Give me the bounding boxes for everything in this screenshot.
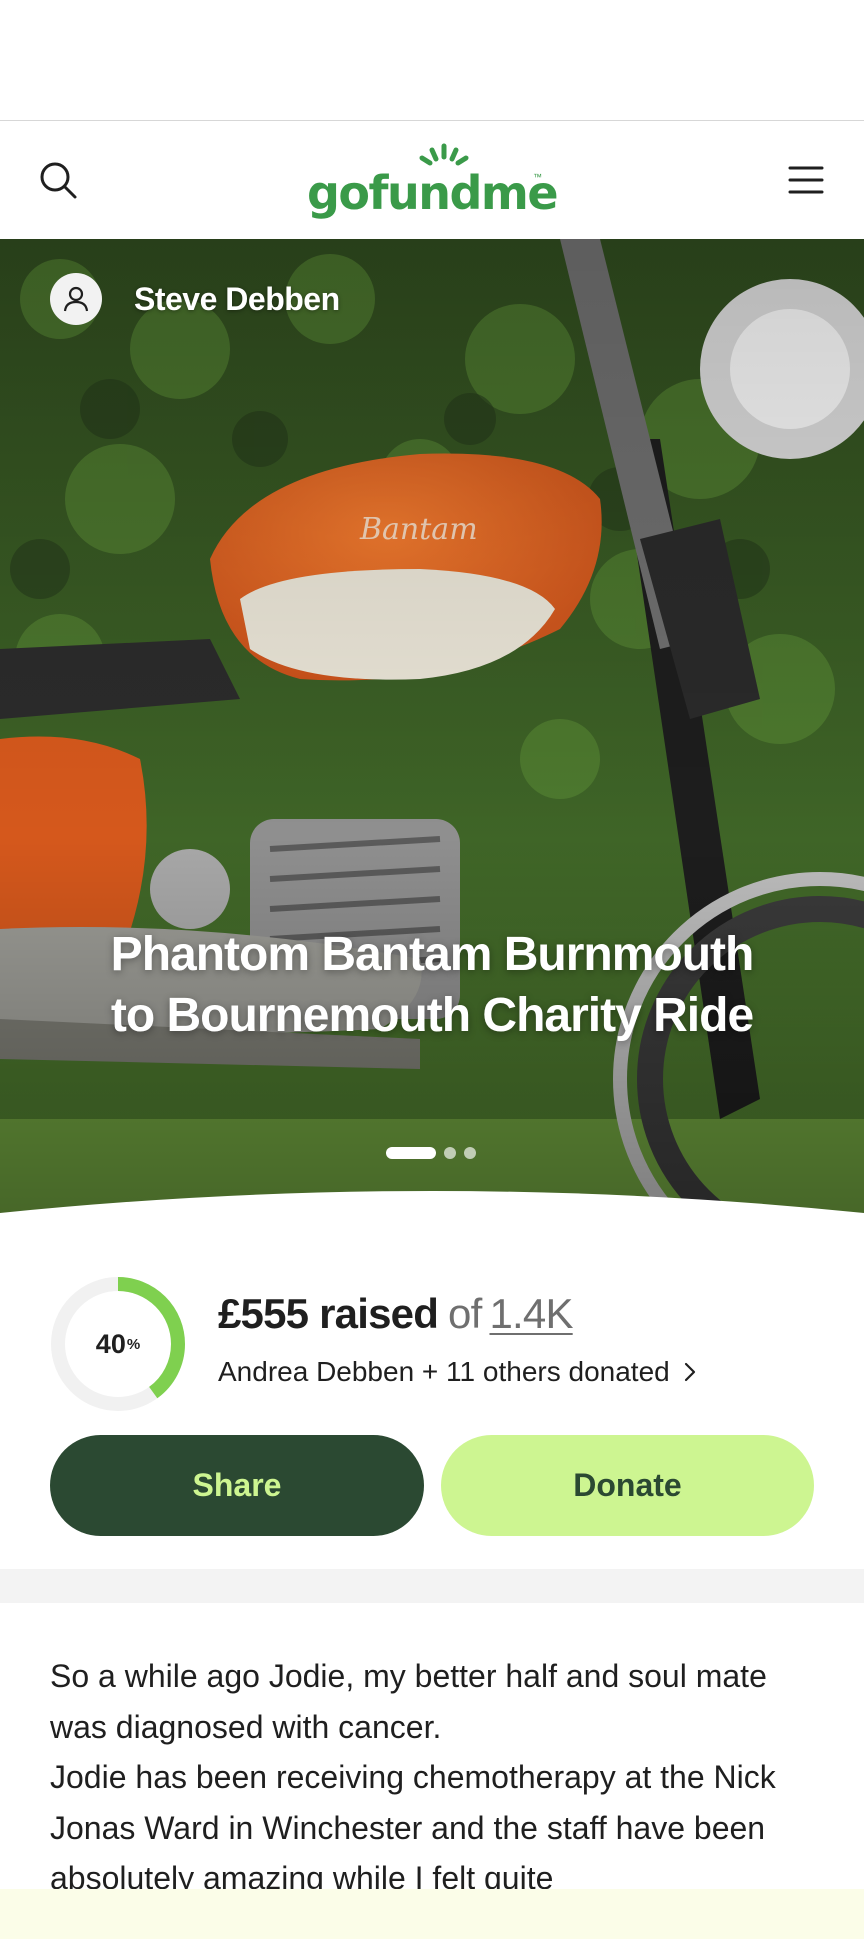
story-paragraph: So a while ago Jodie, my better half and… bbox=[50, 1658, 767, 1745]
carousel-dot[interactable] bbox=[464, 1147, 476, 1159]
donors-text: Andrea Debben + 11 others donated bbox=[218, 1356, 670, 1387]
progress-percent-sign: % bbox=[126, 1335, 141, 1353]
donors-link[interactable]: Andrea Debben + 11 others donated bbox=[218, 1356, 696, 1388]
raised-of-label: of bbox=[448, 1290, 482, 1337]
hero-photo-motorcycle: Bantam bbox=[0, 239, 864, 1235]
chevron-right-icon bbox=[684, 1362, 695, 1382]
progress-percent: 40% bbox=[50, 1276, 186, 1412]
carousel-dots[interactable] bbox=[386, 1147, 484, 1159]
donate-button-label: Donate bbox=[573, 1467, 682, 1503]
campaign-title: Phantom Bantam Burnmouth to Bournemouth … bbox=[110, 928, 755, 1042]
hero-bottom-curve bbox=[0, 1191, 864, 1235]
logo-wordmark: gofundme bbox=[306, 166, 559, 220]
carousel-dot[interactable] bbox=[444, 1147, 456, 1159]
organizer[interactable]: Steve Debben bbox=[50, 273, 340, 325]
bottom-sticky-bar bbox=[0, 1889, 864, 1939]
share-button-label: Share bbox=[192, 1467, 282, 1503]
site-header: gofundme ™ bbox=[0, 122, 864, 239]
goal-amount-link[interactable]: 1.4K bbox=[489, 1290, 573, 1337]
hamburger-menu-icon bbox=[788, 166, 824, 194]
story-paragraph: Jodie has been receiving chemotherapy at… bbox=[50, 1759, 776, 1896]
browser-top-blank bbox=[0, 0, 864, 121]
search-icon bbox=[40, 162, 77, 199]
search-button[interactable] bbox=[30, 152, 86, 208]
raised-amount: £555 raised bbox=[218, 1290, 439, 1337]
amount-raised: £555 raised of 1.4K bbox=[218, 1288, 573, 1340]
user-icon bbox=[63, 286, 89, 312]
campaign-hero[interactable]: Bantam Steve Debben Phantom Bantam Burnm… bbox=[0, 239, 864, 1235]
campaign-story: So a while ago Jodie, my better half and… bbox=[50, 1651, 820, 1904]
progress-percent-value: 40 bbox=[95, 1328, 126, 1359]
menu-button[interactable] bbox=[778, 152, 834, 208]
section-divider bbox=[0, 1569, 864, 1603]
gofundme-logo[interactable]: gofundme ™ bbox=[307, 142, 559, 222]
carousel-dot-active[interactable] bbox=[386, 1147, 436, 1159]
donate-button[interactable]: Donate bbox=[441, 1435, 814, 1536]
share-button[interactable]: Share bbox=[50, 1435, 424, 1536]
logo-sun-icon bbox=[419, 143, 469, 166]
organizer-name[interactable]: Steve Debben bbox=[134, 281, 340, 318]
logo-trademark: ™ bbox=[533, 172, 542, 182]
avatar bbox=[50, 273, 102, 325]
